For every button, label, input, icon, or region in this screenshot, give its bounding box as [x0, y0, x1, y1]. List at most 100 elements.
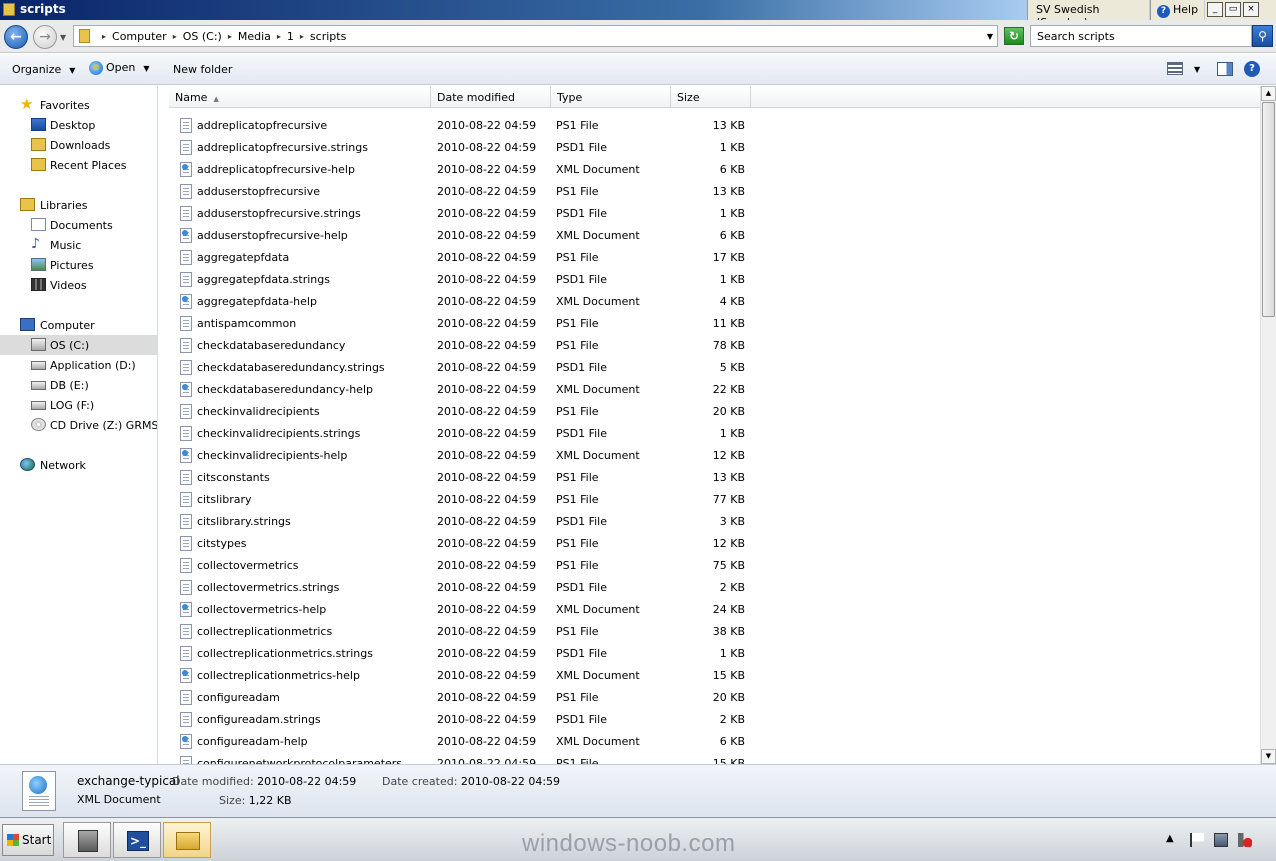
- nav-videos[interactable]: Videos: [0, 275, 157, 295]
- script-file-icon: [180, 558, 192, 573]
- crumb-scripts[interactable]: scripts: [310, 30, 346, 43]
- table-row[interactable]: configurenetworkprotocolparameters 2010-0…: [160, 753, 860, 764]
- table-row[interactable]: collectreplicationmetrics-help 2010-08-22…: [160, 665, 860, 687]
- watermark: windows-noob.com: [522, 830, 736, 857]
- nav-computer[interactable]: Computer: [0, 315, 157, 335]
- preview-pane-icon[interactable]: [1217, 62, 1233, 76]
- column-header-date-modified[interactable]: Date modified: [431, 86, 551, 108]
- minimize-button[interactable]: _: [1207, 2, 1223, 17]
- view-details-icon[interactable]: [1167, 62, 1183, 75]
- taskbar-powershell[interactable]: >_: [113, 822, 161, 858]
- scrollbar-thumb[interactable]: [1262, 102, 1275, 317]
- column-header-name[interactable]: Name ▲: [169, 86, 431, 108]
- table-row[interactable]: configureadam 2010-08-22 04:59 PS1 File 20 …: [160, 687, 860, 709]
- back-button[interactable]: ←: [4, 25, 28, 49]
- restore-button[interactable]: ▭: [1225, 2, 1241, 17]
- chevron-right-icon[interactable]: ▸: [300, 32, 304, 43]
- new-folder-button[interactable]: New folder: [173, 63, 232, 76]
- table-row[interactable]: collectreplicationmetrics.strings 2010-08…: [160, 643, 860, 665]
- table-row[interactable]: checkdatabaseredundancy-help 2010-08-22 0…: [160, 379, 860, 401]
- table-row[interactable]: citsconstants 2010-08-22 04:59 PS1 File 13 …: [160, 467, 860, 489]
- table-row[interactable]: checkdatabaseredundancy 2010-08-22 04:59 P…: [160, 335, 860, 357]
- scroll-down-button[interactable]: ▼: [1261, 749, 1276, 764]
- table-row[interactable]: collectovermetrics-help 2010-08-22 04:59 X…: [160, 599, 860, 621]
- table-row[interactable]: addreplicatopfrecursive.strings 2010-08-2…: [160, 137, 860, 159]
- table-row[interactable]: citstypes 2010-08-22 04:59 PS1 File 12 KB: [160, 533, 860, 555]
- crumb-media[interactable]: Media: [238, 30, 271, 43]
- crumb-1[interactable]: 1: [287, 30, 294, 43]
- chevron-right-icon[interactable]: ▸: [102, 32, 106, 43]
- table-row[interactable]: adduserstopfrecursive 2010-08-22 04:59 PS1…: [160, 181, 860, 203]
- table-row[interactable]: collectovermetrics.strings 2010-08-22 04:…: [160, 577, 860, 599]
- nav-os-c[interactable]: OS (C:): [0, 335, 157, 355]
- nav-db-e[interactable]: DB (E:): [0, 375, 157, 395]
- nav-pictures[interactable]: Pictures: [0, 255, 157, 275]
- script-file-icon: [180, 690, 192, 705]
- nav-application-d[interactable]: Application (D:): [0, 355, 157, 375]
- close-button[interactable]: ×: [1243, 2, 1259, 17]
- volume-muted-icon[interactable]: [1238, 833, 1252, 847]
- search-icon[interactable]: ⚲: [1252, 25, 1273, 47]
- table-row[interactable]: configureadam-help 2010-08-22 04:59 XML Do…: [160, 731, 860, 753]
- organize-button[interactable]: Organize ▼: [12, 63, 75, 76]
- help-button[interactable]: ? Help: [1150, 0, 1204, 20]
- nav-favorites[interactable]: ★ Favorites: [0, 95, 157, 115]
- column-header-type[interactable]: Type: [551, 86, 671, 108]
- network-tray-icon[interactable]: [1214, 833, 1228, 847]
- refresh-button[interactable]: ↻: [1004, 27, 1024, 45]
- chevron-right-icon[interactable]: ▸: [173, 32, 177, 43]
- recent-pages-dropdown[interactable]: ▼: [60, 33, 66, 42]
- chevron-right-icon[interactable]: ▸: [228, 32, 232, 43]
- nav-downloads[interactable]: Downloads: [0, 135, 157, 155]
- table-row[interactable]: citslibrary.strings 2010-08-22 04:59 PSD1 …: [160, 511, 860, 533]
- crumb-computer[interactable]: Computer: [112, 30, 167, 43]
- nav-log-f[interactable]: LOG (F:): [0, 395, 157, 415]
- vertical-scrollbar[interactable]: ▲ ▼: [1260, 86, 1276, 764]
- table-row[interactable]: configureadam.strings 2010-08-22 04:59 PSD…: [160, 709, 860, 731]
- language-indicator[interactable]: SV Swedish (Sweden): [1027, 0, 1149, 29]
- table-row[interactable]: checkdatabaseredundancy.strings 2010-08-2…: [160, 357, 860, 379]
- nav-music[interactable]: ♪ Music: [0, 235, 157, 255]
- file-type: PS1 File: [556, 185, 599, 198]
- nav-documents[interactable]: Documents: [0, 215, 157, 235]
- table-row[interactable]: checkinvalidrecipients-help 2010-08-22 04…: [160, 445, 860, 467]
- nav-recent-places[interactable]: Recent Places: [0, 155, 157, 175]
- script-file-icon: [180, 184, 192, 199]
- scroll-up-button[interactable]: ▲: [1261, 86, 1276, 101]
- table-row[interactable]: adduserstopfrecursive-help 2010-08-22 04:…: [160, 225, 860, 247]
- table-row[interactable]: aggregatepfdata-help 2010-08-22 04:59 XML …: [160, 291, 860, 313]
- chevron-down-icon[interactable]: ▼: [987, 32, 993, 41]
- file-date-modified: 2010-08-22 04:59: [437, 559, 537, 572]
- table-row[interactable]: adduserstopfrecursive.strings 2010-08-22 …: [160, 203, 860, 225]
- help-icon[interactable]: ?: [1244, 61, 1260, 77]
- taskbar-explorer[interactable]: [163, 822, 211, 858]
- nav-libraries[interactable]: Libraries: [0, 195, 157, 215]
- chevron-down-icon[interactable]: ▼: [1194, 65, 1200, 74]
- search-input[interactable]: Search scripts: [1030, 25, 1252, 47]
- chevron-right-icon[interactable]: ▸: [277, 32, 281, 43]
- chevron-up-icon[interactable]: ▲: [1166, 833, 1180, 847]
- crumb-os-c[interactable]: OS (C:): [183, 30, 222, 43]
- table-row[interactable]: aggregatepfdata 2010-08-22 04:59 PS1 File 1…: [160, 247, 860, 269]
- taskbar-server-manager[interactable]: [63, 822, 111, 858]
- table-row[interactable]: checkinvalidrecipients.strings 2010-08-22…: [160, 423, 860, 445]
- table-row[interactable]: checkinvalidrecipients 2010-08-22 04:59 PS…: [160, 401, 860, 423]
- address-bar[interactable]: ▸ Computer ▸ OS (C:) ▸ Media ▸ 1 ▸ scrip…: [73, 25, 998, 47]
- table-row[interactable]: addreplicatopfrecursive 2010-08-22 04:59 P…: [160, 115, 860, 137]
- file-type: PS1 File: [556, 339, 599, 352]
- table-row[interactable]: citslibrary 2010-08-22 04:59 PS1 File 77 KB: [160, 489, 860, 511]
- forward-button[interactable]: →: [33, 25, 57, 49]
- nav-desktop[interactable]: Desktop: [0, 115, 157, 135]
- start-button[interactable]: Start: [2, 824, 54, 856]
- nav-cd-drive-z[interactable]: CD Drive (Z:) GRMSXV: [0, 415, 157, 435]
- column-header-size[interactable]: Size: [671, 86, 751, 108]
- table-row[interactable]: aggregatepfdata.strings 2010-08-22 04:59 P…: [160, 269, 860, 291]
- table-row[interactable]: collectreplicationmetrics 2010-08-22 04:5…: [160, 621, 860, 643]
- action-center-flag-icon[interactable]: [1190, 833, 1204, 847]
- table-row[interactable]: addreplicatopfrecursive-help 2010-08-22 0…: [160, 159, 860, 181]
- table-row[interactable]: antispamcommon 2010-08-22 04:59 PS1 File 11…: [160, 313, 860, 335]
- open-button[interactable]: e Open ▼: [89, 61, 150, 75]
- file-size: 11 KB: [712, 317, 745, 330]
- table-row[interactable]: collectovermetrics 2010-08-22 04:59 PS1 Fi…: [160, 555, 860, 577]
- nav-network[interactable]: Network: [0, 455, 157, 475]
